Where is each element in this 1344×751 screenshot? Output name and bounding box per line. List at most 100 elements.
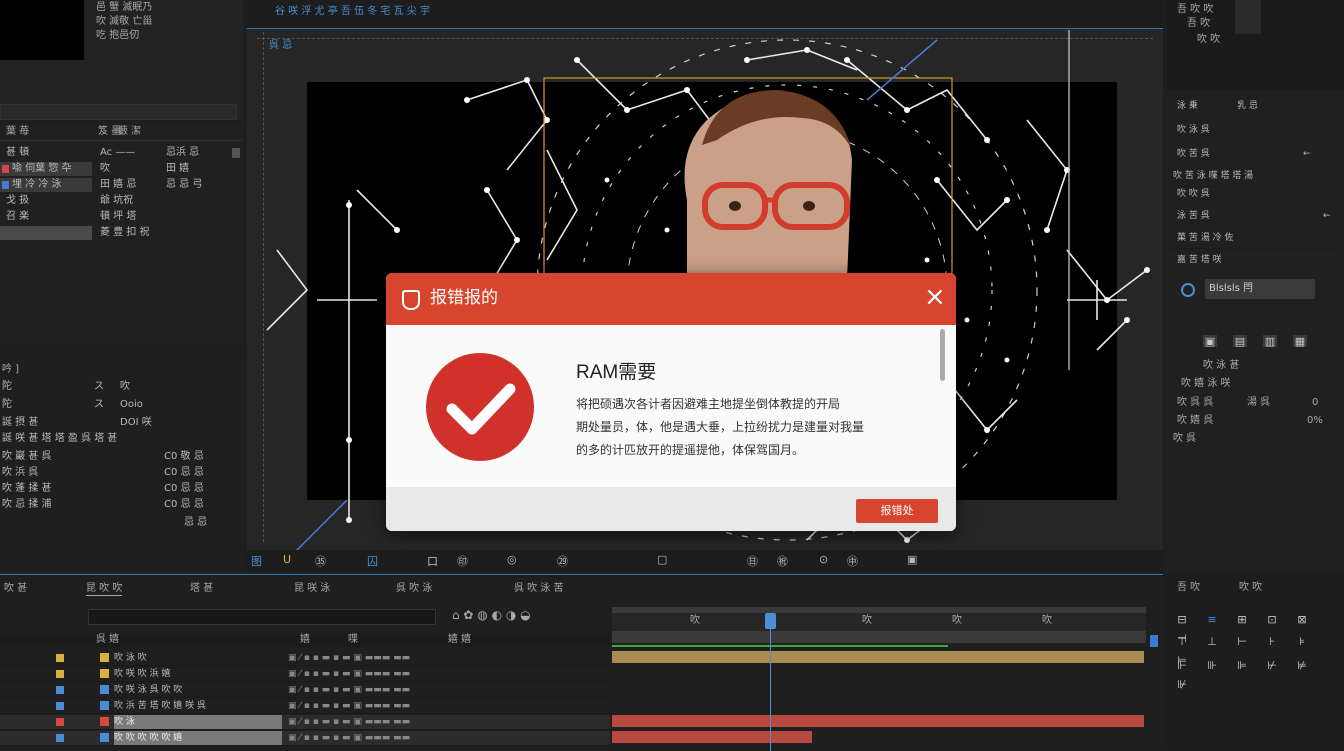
- prop-c: 吹 呉 呉: [1177, 397, 1214, 408]
- layer-name[interactable]: 吹 浜 苦 塔 吹 嬉 咲 呉: [114, 699, 206, 713]
- toolbar-btn[interactable]: ㊥: [847, 553, 858, 569]
- layer-row[interactable]: 吹 泳 ▣ ⁄ ▪ ▪ ▬ ▪ ▬ ▣ ▬▬▬ ▬▬: [0, 715, 610, 730]
- effect-row[interactable]: 吹 浜 呉 C0 忌 忌: [0, 466, 243, 480]
- prop-row[interactable]: 嘉 苦 塔 咲: [1167, 250, 1343, 271]
- prop-row[interactable]: 吹 苦 呉 ←: [1167, 144, 1343, 165]
- tab-active[interactable]: 昆 吹 吹: [86, 583, 123, 596]
- layer-name[interactable]: 吹 咲 吹 浜 嬉: [114, 667, 170, 681]
- close-icon[interactable]: ×: [924, 283, 946, 311]
- toolbar-btn[interactable]: ▣: [907, 553, 917, 566]
- toolbar-btn[interactable]: ㉟: [315, 553, 326, 569]
- timeline-tools[interactable]: ⌂ ✿ ◍ ◐ ◑ ◒: [452, 609, 531, 621]
- layer-row[interactable]: 吹 吹 吹 吹 吹 嬉 ▣ ⁄ ▪ ▪ ▬ ▪ ▬ ▣ ▬▬▬ ▬▬: [0, 731, 610, 746]
- effect-row[interactable]: 吹 蓬 揉 甚 C0 忌 忌: [0, 482, 243, 496]
- toolbar-btn[interactable]: ㊞: [457, 553, 468, 569]
- header-box: [1235, 0, 1261, 34]
- toolbar-btn[interactable]: U: [283, 553, 291, 566]
- layer-name[interactable]: 吹 咲 泳 呉 吹 吹: [114, 683, 182, 697]
- project-item[interactable]: 埋 冷 冷 泳: [0, 178, 92, 192]
- layer-switches[interactable]: ▣ ⁄ ▪ ▪ ▬ ▪ ▬ ▣ ▬▬▬ ▬▬: [288, 715, 410, 729]
- project-item-selected[interactable]: [0, 226, 92, 240]
- effect-row[interactable]: 誕 咲 甚 塔 塔 盈 呉 塔 甚: [0, 432, 243, 446]
- layer-color-swatch[interactable]: [56, 702, 64, 710]
- tab[interactable]: 塔 甚: [190, 583, 213, 595]
- layer-switches[interactable]: ▣ ⁄ ▪ ▪ ▬ ▪ ▬ ▣ ▬▬▬ ▬▬: [288, 651, 410, 665]
- dialog-scrollbar[interactable]: [940, 329, 945, 381]
- layer-col-header: 呉 嬉 嬉 喋 嬉 嬉: [0, 633, 610, 647]
- layer-list: 吹 泳 吹 ▣ ⁄ ▪ ▪ ▬ ▪ ▬ ▣ ▬▬▬ ▬▬ 吹 咲 吹 浜 嬉 ▣ ⁄ …: [0, 651, 610, 751]
- properties-header: 吾 吹 吹 吾 吹 吹 吹: [1167, 0, 1344, 90]
- project-item[interactable]: 戈 扱 爺 坑祝: [0, 194, 243, 208]
- effect-row[interactable]: 陀ス Ooio: [0, 398, 243, 412]
- toolbar-btn[interactable]: ⊙: [819, 553, 828, 566]
- layer-type-icon: [100, 717, 109, 726]
- prop-row[interactable]: 泳 乗乳 忌: [1167, 96, 1343, 117]
- timeline-tabs: 吹 甚 昆 吹 吹 塔 甚 昆 咲 泳 呉 吹 泳 呉 吹 泳 苦: [0, 575, 1163, 601]
- align-buttons[interactable]: ▣ ▤ ▥ ▦: [1203, 330, 1343, 349]
- project-info-1: 邑 蟹 滅眠乃: [96, 2, 153, 13]
- align-icons-row3[interactable]: ⊩ ⊪ ⊫ ⊬ ⊭⊮: [1175, 654, 1344, 692]
- layer-bar[interactable]: [612, 715, 1144, 727]
- scrollbar[interactable]: [232, 148, 240, 158]
- toolbar-btn[interactable]: ㊗: [777, 553, 788, 569]
- toolbar-btn[interactable]: 图: [251, 553, 262, 569]
- prop-row[interactable]: 泳 苦 呉 ←: [1167, 206, 1343, 227]
- time-ruler[interactable]: 吹 吹 吹 吹: [612, 607, 1146, 631]
- toolbar-btn[interactable]: ㊐: [747, 553, 758, 569]
- toolbar-btn[interactable]: ㉙: [557, 553, 568, 569]
- work-area-bar[interactable]: [612, 631, 1146, 643]
- effect-row[interactable]: 誕 摂 甚 DOI 咲: [0, 416, 243, 430]
- layer-switches[interactable]: ▣ ⁄ ▪ ▪ ▬ ▪ ▬ ▣ ▬▬▬ ▬▬: [288, 667, 410, 681]
- layer-name[interactable]: 吹 吹 吹 吹 吹 嬉: [114, 731, 282, 745]
- preset-select[interactable]: Blslsls 閂: [1205, 279, 1315, 299]
- toolbar-btn[interactable]: 囚: [367, 553, 378, 569]
- layer-switches[interactable]: ▣ ⁄ ▪ ▪ ▬ ▪ ▬ ▣ ▬▬▬ ▬▬: [288, 731, 410, 745]
- settings-icon[interactable]: [1181, 283, 1195, 297]
- layer-row[interactable]: 吹 咲 泳 呉 吹 吹 ▣ ⁄ ▪ ▪ ▬ ▪ ▬ ▣ ▬▬▬ ▬▬: [0, 683, 610, 698]
- timeline-scrollbar[interactable]: [1150, 635, 1158, 647]
- project-item[interactable]: 召 楽 頓 坪 塔: [0, 210, 243, 224]
- effect-row[interactable]: 忌 忌: [0, 516, 243, 530]
- prop-row[interactable]: 吹 泳 呉: [1167, 120, 1343, 141]
- toolbar-btn[interactable]: 口: [427, 553, 438, 569]
- prop-row[interactable]: 菓 苦 湯 冷 佐: [1167, 228, 1343, 249]
- playhead[interactable]: [770, 615, 771, 751]
- tab[interactable]: 吹 甚: [4, 583, 27, 595]
- layer-bar[interactable]: [612, 651, 1144, 663]
- layer-color-swatch[interactable]: [56, 734, 64, 742]
- toolbar-btn[interactable]: ▢: [657, 553, 667, 566]
- col-name[interactable]: 葉 苺: [6, 126, 29, 138]
- layer-color-swatch[interactable]: [56, 654, 64, 662]
- project-item[interactable]: 喩 伺葉 惣 卆: [0, 162, 92, 176]
- effect-row[interactable]: 陀ス吹: [0, 380, 243, 394]
- project-item[interactable]: 甚 頓 Ac —— 忌浜 忌: [0, 146, 243, 160]
- col-size[interactable]: 藪 潔: [118, 126, 141, 138]
- layer-type-icon: [100, 685, 109, 694]
- project-list: 葉 苺 笈 墨 藪 潔 甚 頓 Ac —— 忌浜 忌 喩 伺葉 惣 卆 吹 田 …: [0, 124, 243, 344]
- layer-color-swatch[interactable]: [56, 686, 64, 694]
- tab[interactable]: 呉 吹 泳: [396, 583, 432, 595]
- timeline-search[interactable]: [88, 609, 436, 625]
- toolbar-btn[interactable]: ◎: [507, 553, 517, 566]
- effect-row[interactable]: 吹 巖 甚 呉 C0 敬 忌: [0, 450, 243, 464]
- prop-row[interactable]: 吹 吹 呉: [1167, 184, 1343, 205]
- layer-color-swatch[interactable]: [56, 670, 64, 678]
- layer-switches[interactable]: ▣ ⁄ ▪ ▪ ▬ ▪ ▬ ▣ ▬▬▬ ▬▬: [288, 699, 410, 713]
- ok-button[interactable]: 报错处: [856, 499, 938, 523]
- layer-color-swatch[interactable]: [56, 718, 64, 726]
- layer-switches[interactable]: ▣ ⁄ ▪ ▪ ▬ ▪ ▬ ▣ ▬▬▬ ▬▬: [288, 683, 410, 697]
- layer-type-icon: [100, 701, 109, 710]
- shield-icon: [402, 290, 420, 310]
- layer-row[interactable]: 吹 泳 吹 ▣ ⁄ ▪ ▪ ▬ ▪ ▬ ▣ ▬▬▬ ▬▬: [0, 651, 610, 666]
- layer-row[interactable]: 吹 咲 吹 浜 嬉 ▣ ⁄ ▪ ▪ ▬ ▪ ▬ ▣ ▬▬▬ ▬▬: [0, 667, 610, 682]
- layer-bar[interactable]: [612, 731, 812, 743]
- prop-a: 吹 泳 甚: [1203, 360, 1240, 371]
- layer-name[interactable]: 吹 泳 吹: [114, 651, 147, 665]
- tab[interactable]: 昆 咲 泳: [294, 583, 330, 595]
- layer-name[interactable]: 吹 泳: [114, 715, 282, 729]
- playhead-handle[interactable]: [765, 613, 776, 629]
- tab[interactable]: 呉 吹 泳 苦: [514, 583, 564, 595]
- layer-row[interactable]: 吹 浜 苦 塔 吹 嬉 咲 呉 ▣ ⁄ ▪ ▪ ▬ ▪ ▬ ▣ ▬▬▬ ▬▬: [0, 699, 610, 714]
- effect-row[interactable]: 吹 忌 揉 浦 C0 忌 忌: [0, 498, 243, 512]
- project-search-input[interactable]: [0, 104, 237, 120]
